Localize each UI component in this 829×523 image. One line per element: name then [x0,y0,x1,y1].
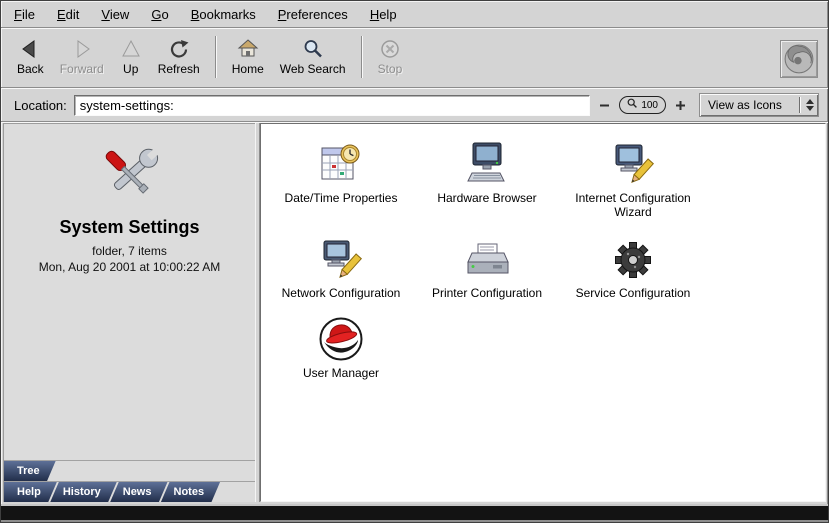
forward-button[interactable]: Forward [52,33,112,79]
file-icon-label: Network Configuration [282,286,401,300]
printer-config-icon [463,229,511,283]
file-icon-hardware-browser[interactable]: Hardware Browser [414,134,560,220]
file-icon-label: Internet Configuration Wizard [563,191,703,220]
content-area: System Settings folder, 7 items Mon, Aug… [3,123,826,502]
stop-label: Stop [378,62,403,76]
web-search-label: Web Search [280,62,346,76]
menu-view[interactable]: View [101,7,129,22]
menu-preferences[interactable]: Preferences [278,7,348,22]
service-config-icon [609,229,657,283]
home-label: Home [232,62,264,76]
hardware-browser-icon [463,134,511,188]
datetime-icon [317,134,365,188]
back-label: Back [17,62,44,76]
file-icon-network-configuration[interactable]: Network Configuration [268,229,414,300]
file-icon-printer-configuration[interactable]: Printer Configuration [414,229,560,300]
web-search-button[interactable]: Web Search [272,33,354,79]
location-input[interactable] [74,95,591,116]
sidebar-tab-history[interactable]: History [50,482,117,502]
home-icon [237,37,259,61]
toolbar: Back Forward Up Refresh [1,29,828,87]
refresh-button[interactable]: Refresh [150,33,208,79]
zoom-level-value: 100 [641,100,658,111]
sidebar-tab-news[interactable]: News [110,482,168,502]
up-icon [120,37,142,61]
file-icon-internet-configuration-wizard[interactable]: Internet Configuration Wizard [560,134,706,220]
user-manager-icon [317,309,365,363]
internet-config-icon [609,134,657,188]
file-icon-label: Printer Configuration [432,286,542,300]
toolbar-separator [215,36,217,78]
forward-icon [71,37,93,61]
sidebar-panel: System Settings folder, 7 items Mon, Aug… [3,123,255,502]
menu-bookmarks[interactable]: Bookmarks [191,7,256,22]
file-icon-datetime-properties[interactable]: Date/Time Properties [268,134,414,220]
sidebar-tab-row-top: Tree [4,460,255,481]
up-button[interactable]: Up [112,33,150,79]
sidebar-tab-tree[interactable]: Tree [4,461,56,481]
refresh-label: Refresh [158,62,200,76]
nautilus-window: File Edit View Go Bookmarks Preferences … [0,0,829,523]
file-icon-label: Date/Time Properties [285,191,398,205]
forward-label: Forward [60,62,104,76]
web-search-icon [302,37,324,61]
location-label: Location: [11,98,67,113]
system-tools-icon [91,142,169,213]
home-button[interactable]: Home [224,33,272,79]
file-icon-label: User Manager [303,366,379,380]
stop-button[interactable]: Stop [370,33,411,79]
menu-help[interactable]: Help [370,7,397,22]
folder-title: System Settings [4,217,255,238]
view-mode-dropdown[interactable]: View as Icons [699,93,819,117]
refresh-icon [168,37,190,61]
status-bar [1,504,828,522]
location-bar: Location: 100 View as Icons [1,89,828,121]
icon-view-panel: Date/Time Properties Hardware B [260,123,826,502]
menu-file[interactable]: File [14,7,35,22]
file-icon-user-manager[interactable]: User Manager [268,309,414,380]
sidebar-spacer [4,274,255,460]
folder-modified-date: Mon, Aug 20 2001 at 10:00:22 AM [4,260,255,274]
zoom-in-button[interactable] [673,99,688,112]
up-label: Up [123,62,138,76]
zoom-magnifier-icon [627,98,638,112]
stop-icon [379,37,401,61]
menu-go[interactable]: Go [151,7,168,22]
view-mode-label: View as Icons [700,98,799,112]
zoom-level-indicator[interactable]: 100 [619,96,666,114]
file-icon-service-configuration[interactable]: Service Configuration [560,229,706,300]
menu-bar: File Edit View Go Bookmarks Preferences … [1,1,828,27]
view-mode-arrows-icon [801,99,818,111]
gnome-throbber-icon [780,40,818,78]
network-config-icon [317,229,365,283]
folder-item-count: folder, 7 items [4,244,255,258]
sidebar-tab-notes[interactable]: Notes [161,482,221,502]
file-icon-label: Hardware Browser [437,191,536,205]
sidebar-tab-row-bottom: Help History News Notes [4,481,255,502]
file-icon-label: Service Configuration [576,286,691,300]
menu-edit[interactable]: Edit [57,7,79,22]
toolbar-separator-2 [361,36,363,78]
zoom-out-button[interactable] [597,99,612,112]
back-button[interactable]: Back [9,33,52,79]
back-icon [19,37,41,61]
sidebar-tab-help[interactable]: Help [4,482,57,502]
